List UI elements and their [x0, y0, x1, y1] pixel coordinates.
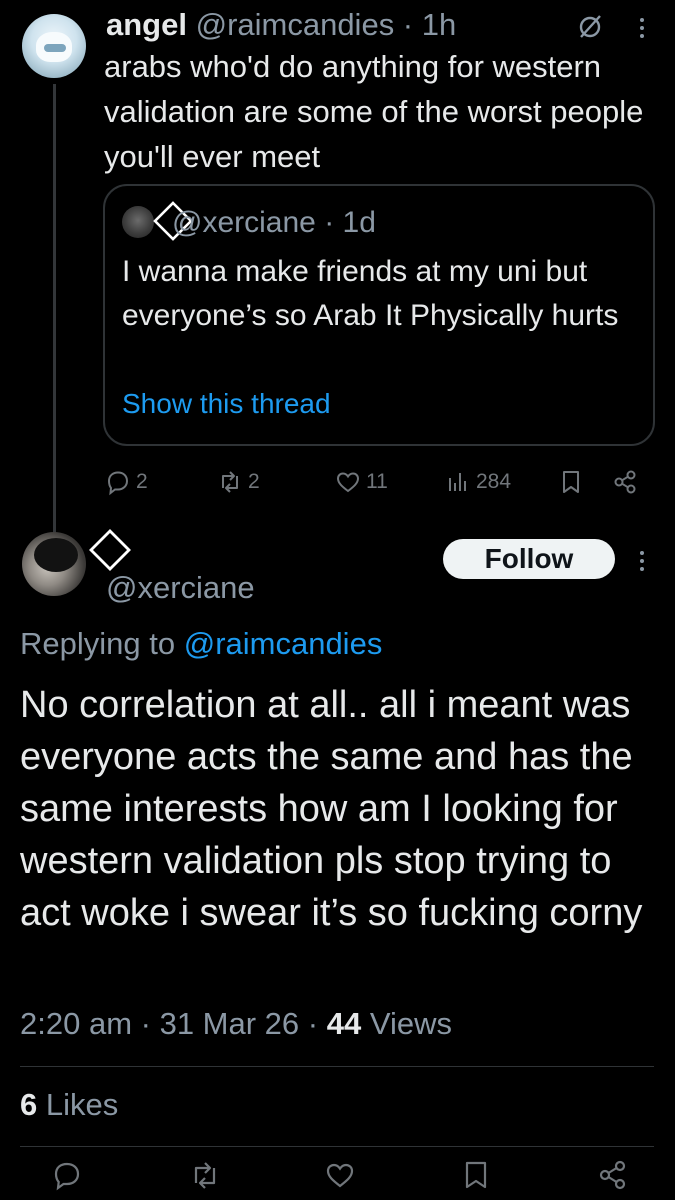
author-name[interactable]: angel — [106, 7, 187, 42]
likes-count: 6 — [20, 1087, 38, 1122]
tweet-text: arabs who'd do anything for western vali… — [104, 49, 644, 174]
diamond-icon — [88, 528, 132, 572]
avatar[interactable] — [22, 14, 86, 78]
mute-icon[interactable] — [576, 12, 604, 40]
tweet-header: angel @raimcandies · 1h — [106, 6, 456, 44]
author-handle[interactable]: @raimcandies — [196, 7, 395, 42]
follow-button[interactable]: Follow — [443, 539, 615, 579]
quote-header: @xerciane · 1d — [172, 203, 376, 243]
avatar — [122, 206, 154, 238]
tweet-meta: 2:20 am · 31 Mar 26 · 44 Views — [20, 1002, 452, 1046]
retweet-icon[interactable] — [188, 1158, 222, 1192]
share-icon[interactable] — [596, 1158, 630, 1192]
author-handle[interactable]: @xerciane — [106, 568, 255, 608]
like-icon[interactable] — [323, 1158, 357, 1192]
tweet-time[interactable]: 1h — [422, 7, 456, 42]
separator: · — [315, 206, 343, 239]
tweet-date[interactable]: 31 Mar 26 — [160, 1006, 300, 1041]
views-button[interactable]: 284 — [444, 465, 511, 499]
likes-label: Likes — [45, 1087, 119, 1122]
separator: · — [394, 7, 422, 42]
bookmark-icon — [563, 471, 579, 493]
retweet-count: 2 — [248, 470, 260, 493]
reply-icon — [107, 471, 129, 496]
avatar[interactable] — [22, 532, 86, 596]
divider — [20, 1066, 654, 1067]
tweet-text: No correlation at all.. all i meant was … — [20, 684, 643, 934]
share-icon — [614, 470, 636, 494]
reply-button[interactable]: 2 — [104, 465, 148, 499]
reply-count: 2 — [136, 470, 148, 493]
separator: · — [132, 1006, 160, 1041]
replying-to-link[interactable]: @raimcandies — [184, 626, 383, 661]
more-icon[interactable] — [636, 545, 648, 577]
replying-to: Replying to @raimcandies — [20, 622, 382, 666]
likes-summary[interactable]: 6 Likes — [20, 1083, 118, 1127]
quote-time: 1d — [342, 206, 376, 239]
like-button[interactable]: 11 — [334, 465, 388, 499]
views-count: 44 — [326, 1006, 362, 1041]
thread-line — [53, 84, 56, 539]
reply-icon[interactable] — [50, 1158, 84, 1192]
show-thread-link[interactable]: Show this thread — [122, 384, 331, 424]
quote-text: I wanna make friends at my uni but every… — [122, 255, 619, 332]
bookmark-icon[interactable] — [459, 1158, 493, 1192]
quote-handle: @xerciane — [172, 206, 316, 239]
bookmark-button[interactable] — [557, 465, 589, 499]
like-icon — [336, 472, 360, 493]
more-icon[interactable] — [636, 12, 648, 44]
share-button[interactable] — [611, 465, 643, 499]
views-label: Views — [369, 1006, 452, 1041]
views-icon — [449, 473, 466, 491]
separator: · — [299, 1006, 327, 1041]
tweet-time[interactable]: 2:20 am — [20, 1006, 132, 1041]
like-count: 11 — [366, 470, 388, 493]
retweet-icon — [222, 471, 238, 493]
retweet-button[interactable]: 2 — [216, 465, 260, 499]
divider — [20, 1146, 654, 1147]
views-count: 284 — [476, 470, 512, 493]
replying-prefix: Replying to — [20, 626, 176, 661]
